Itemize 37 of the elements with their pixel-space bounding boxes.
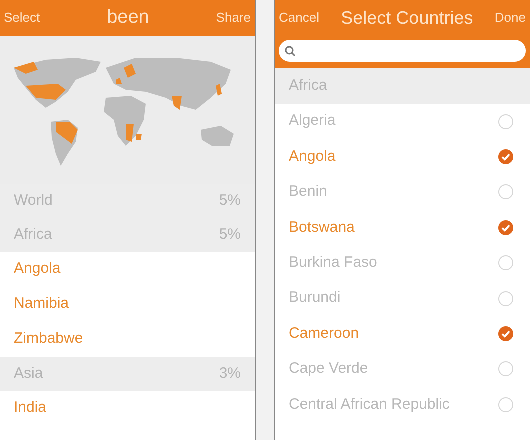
section-name: World	[14, 190, 53, 211]
checked-circle-icon[interactable]	[498, 149, 514, 166]
nav-button[interactable]: Cancel	[279, 8, 320, 28]
country-name[interactable]: Botswana	[289, 216, 355, 240]
country-name[interactable]: Algeria	[289, 110, 336, 133]
nav-button[interactable]: Done	[494, 8, 526, 28]
country-name[interactable]: Namibia	[14, 293, 70, 316]
nav-button[interactable]: Select	[4, 8, 40, 28]
country-name[interactable]: Cameroon	[289, 322, 360, 346]
checked-circle-icon[interactable]	[498, 220, 514, 236]
country-name[interactable]: Zimbabwe	[14, 328, 84, 351]
percent-label: 5%	[219, 190, 241, 211]
empty-circle-icon[interactable]	[498, 255, 514, 272]
search-field[interactable]	[279, 40, 526, 62]
country-name[interactable]: Angola	[14, 258, 61, 281]
empty-circle-icon[interactable]	[498, 290, 514, 307]
empty-circle-icon[interactable]	[498, 114, 514, 130]
country-name[interactable]: Cape Verde	[289, 358, 368, 381]
section-name: Asia	[14, 364, 44, 384]
search-icon	[285, 46, 296, 56]
country-name[interactable]: Benin	[289, 181, 328, 204]
country-name[interactable]: Central African Republic	[289, 394, 450, 416]
empty-circle-icon[interactable]	[498, 396, 514, 413]
checked-circle-icon[interactable]	[498, 326, 514, 342]
percent-label: 5%	[219, 224, 241, 245]
section-name: Africa	[14, 224, 52, 245]
percent-label: 3%	[219, 364, 241, 384]
country-name[interactable]: Burkina Faso	[289, 252, 378, 274]
nav-title: Select Countries	[341, 6, 474, 30]
empty-circle-icon[interactable]	[498, 361, 514, 378]
nav-button[interactable]: Share	[216, 8, 251, 28]
country-name[interactable]: Burundi	[289, 287, 341, 310]
section-name: Africa	[289, 76, 328, 96]
country-name[interactable]: India	[14, 397, 47, 420]
nav-title: been	[107, 6, 150, 30]
empty-circle-icon[interactable]	[498, 184, 514, 200]
country-name[interactable]: Angola	[289, 146, 336, 168]
